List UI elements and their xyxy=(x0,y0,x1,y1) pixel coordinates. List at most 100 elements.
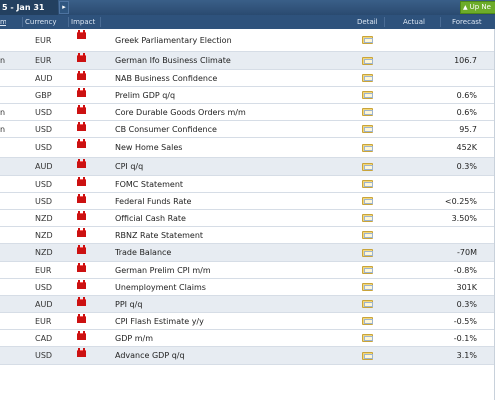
event-row[interactable]: n USD CB Consumer Confidence 95.7 xyxy=(0,121,495,138)
header-impact: Impact xyxy=(71,18,96,26)
detail-folder-icon[interactable] xyxy=(362,180,373,188)
event-title[interactable]: Trade Balance xyxy=(115,244,171,262)
high-impact-icon xyxy=(77,30,86,39)
up-next-button[interactable]: ▲ Up Ne xyxy=(460,1,495,14)
event-forecast: 0.6% xyxy=(456,91,477,100)
high-impact-icon xyxy=(77,245,86,254)
event-time: n xyxy=(0,108,6,117)
event-title[interactable]: CB Consumer Confidence xyxy=(115,121,217,138)
detail-folder-icon[interactable] xyxy=(362,74,373,82)
event-forecast: 3.50% xyxy=(451,214,477,223)
event-forecast: 106.7 xyxy=(454,56,477,65)
event-currency: EUR xyxy=(35,36,52,45)
detail-folder-icon[interactable] xyxy=(362,283,373,291)
event-row[interactable]: AUD NAB Business Confidence xyxy=(0,70,495,87)
event-title[interactable]: Greek Parliamentary Election xyxy=(115,29,232,52)
event-row[interactable]: USD New Home Sales 452K xyxy=(0,138,495,158)
event-title[interactable]: FOMC Statement xyxy=(115,176,183,193)
header-divider xyxy=(384,17,385,27)
event-title[interactable]: Official Cash Rate xyxy=(115,210,186,227)
detail-folder-icon[interactable] xyxy=(362,36,373,44)
event-title[interactable]: CPI q/q xyxy=(115,158,143,176)
event-forecast: -0.8% xyxy=(453,266,477,275)
event-title[interactable]: German Ifo Business Climate xyxy=(115,52,231,70)
event-title[interactable]: CPI Flash Estimate y/y xyxy=(115,313,204,330)
high-impact-icon xyxy=(77,331,86,340)
header-divider xyxy=(440,17,441,27)
event-row[interactable]: EUR German Prelim CPI m/m -0.8% xyxy=(0,262,495,279)
calendar-header-row: m Currency Impact Detail Actual Forecast xyxy=(0,15,495,29)
event-forecast: <0.25% xyxy=(444,197,477,206)
event-forecast: 301K xyxy=(456,283,477,292)
event-currency: USD xyxy=(35,143,53,152)
detail-folder-icon[interactable] xyxy=(362,266,373,274)
event-currency: EUR xyxy=(35,56,52,65)
event-row[interactable]: USD Federal Funds Rate <0.25% xyxy=(0,193,495,210)
high-impact-icon xyxy=(77,263,86,272)
event-row[interactable]: USD FOMC Statement xyxy=(0,176,495,193)
event-currency: USD xyxy=(35,351,53,360)
event-row[interactable]: USD Advance GDP q/q 3.1% xyxy=(0,347,495,365)
detail-folder-icon[interactable] xyxy=(362,334,373,342)
event-currency: NZD xyxy=(35,214,53,223)
detail-folder-icon[interactable] xyxy=(362,144,373,152)
detail-folder-icon[interactable] xyxy=(362,249,373,257)
detail-folder-icon[interactable] xyxy=(362,317,373,325)
event-row[interactable]: EUR CPI Flash Estimate y/y -0.5% xyxy=(0,313,495,330)
up-next-label: Up Ne xyxy=(469,3,491,11)
event-row[interactable]: NZD Trade Balance -70M xyxy=(0,244,495,262)
event-forecast: 0.3% xyxy=(456,300,477,309)
detail-folder-icon[interactable] xyxy=(362,197,373,205)
high-impact-icon xyxy=(77,53,86,62)
event-forecast: -0.1% xyxy=(453,334,477,343)
high-impact-icon xyxy=(77,348,86,357)
detail-folder-icon[interactable] xyxy=(362,231,373,239)
event-title[interactable]: PPI q/q xyxy=(115,296,142,313)
high-impact-icon xyxy=(77,194,86,203)
header-actual: Actual xyxy=(403,18,425,26)
event-row[interactable]: n USD Core Durable Goods Orders m/m 0.6% xyxy=(0,104,495,121)
event-row[interactable]: USD Unemployment Claims 301K xyxy=(0,279,495,296)
event-row[interactable]: EUR Greek Parliamentary Election xyxy=(0,29,495,52)
event-row[interactable]: GBP Prelim GDP q/q 0.6% xyxy=(0,87,495,104)
detail-folder-icon[interactable] xyxy=(362,163,373,171)
next-week-button[interactable]: ▸ xyxy=(59,1,69,14)
event-title[interactable]: New Home Sales xyxy=(115,138,182,158)
detail-folder-icon[interactable] xyxy=(362,108,373,116)
detail-folder-icon[interactable] xyxy=(362,91,373,99)
detail-folder-icon[interactable] xyxy=(362,300,373,308)
event-currency: NZD xyxy=(35,248,53,257)
event-row[interactable]: AUD PPI q/q 0.3% xyxy=(0,296,495,313)
header-time[interactable]: m xyxy=(0,15,6,29)
event-row[interactable]: AUD CPI q/q 0.3% xyxy=(0,158,495,176)
detail-folder-icon[interactable] xyxy=(362,352,373,360)
event-title[interactable]: GDP m/m xyxy=(115,330,153,347)
detail-folder-icon[interactable] xyxy=(362,125,373,133)
event-title[interactable]: Core Durable Goods Orders m/m xyxy=(115,104,246,121)
event-currency: NZD xyxy=(35,231,53,240)
event-row[interactable]: NZD RBNZ Rate Statement xyxy=(0,227,495,244)
detail-folder-icon[interactable] xyxy=(362,57,373,65)
high-impact-icon xyxy=(77,228,86,237)
up-arrow-icon: ▲ xyxy=(463,4,468,11)
event-title[interactable]: German Prelim CPI m/m xyxy=(115,262,211,279)
event-row[interactable]: CAD GDP m/m -0.1% xyxy=(0,330,495,347)
header-currency: Currency xyxy=(25,18,57,26)
high-impact-icon xyxy=(77,139,86,148)
event-title[interactable]: Advance GDP q/q xyxy=(115,347,185,365)
event-row[interactable]: NZD Official Cash Rate 3.50% xyxy=(0,210,495,227)
event-row[interactable]: n EUR German Ifo Business Climate 106.7 xyxy=(0,52,495,70)
header-forecast: Forecast xyxy=(452,18,482,26)
high-impact-icon xyxy=(77,71,86,80)
event-currency: AUD xyxy=(35,300,53,309)
event-title[interactable]: NAB Business Confidence xyxy=(115,70,217,87)
event-forecast: 452K xyxy=(456,143,477,152)
event-title[interactable]: Federal Funds Rate xyxy=(115,193,191,210)
event-title[interactable]: Prelim GDP q/q xyxy=(115,87,175,104)
event-title[interactable]: Unemployment Claims xyxy=(115,279,206,296)
detail-folder-icon[interactable] xyxy=(362,214,373,222)
event-currency: USD xyxy=(35,180,53,189)
header-divider xyxy=(100,17,101,27)
event-time: n xyxy=(0,125,6,134)
event-title[interactable]: RBNZ Rate Statement xyxy=(115,227,203,244)
